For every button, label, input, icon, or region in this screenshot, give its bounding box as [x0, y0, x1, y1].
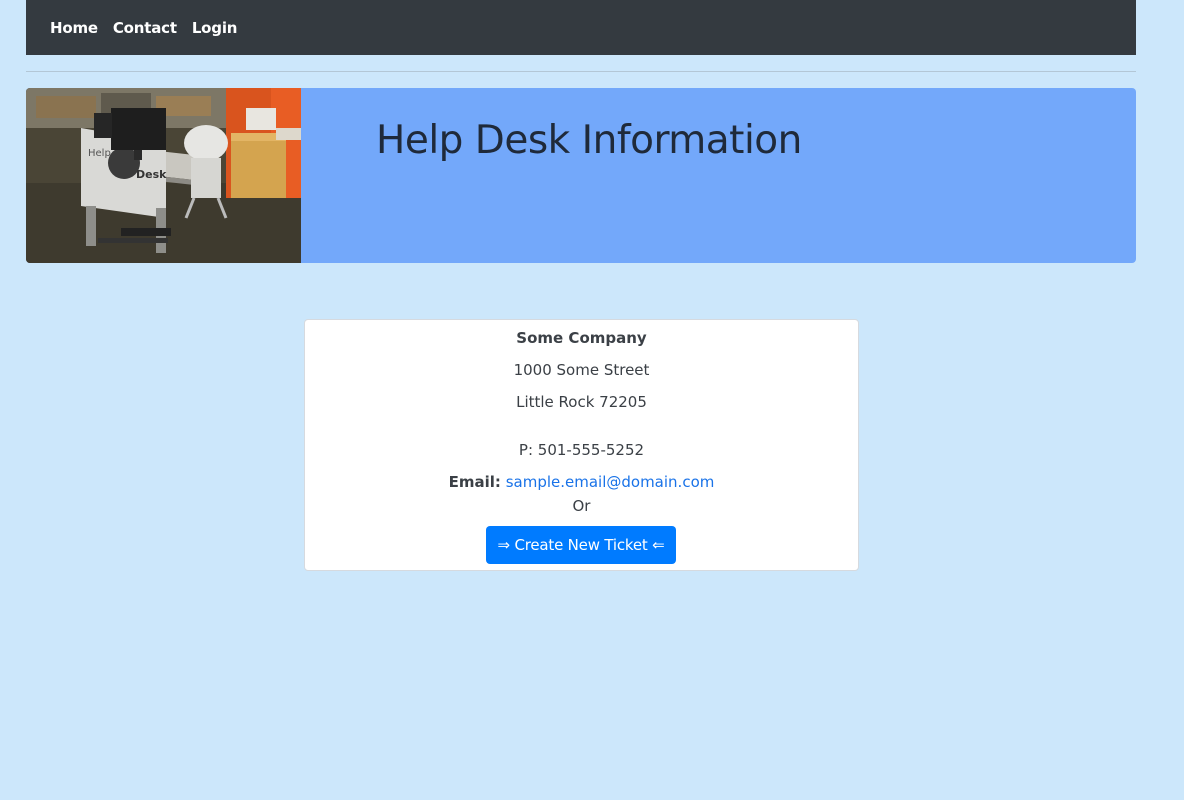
create-ticket-button[interactable]: ⇒ Create New Ticket ⇐ [486, 526, 676, 564]
nav-home-link[interactable]: Home [50, 19, 98, 37]
email-label: Email: [448, 473, 501, 491]
nav-contact-link[interactable]: Contact [113, 19, 177, 37]
nav-login-link[interactable]: Login [192, 19, 238, 37]
divider [26, 71, 1136, 72]
svg-text:Help: Help [88, 148, 111, 159]
email-row: Email: sample.email@domain.com [305, 473, 858, 491]
page-title: Help Desk Information [376, 118, 802, 163]
phone-number: P: 501-555-5252 [518, 441, 645, 459]
help-desk-photo: Help Desk [26, 88, 301, 263]
contact-card: Some Company 1000 Some Street Little Roc… [304, 319, 859, 571]
svg-text:Desk: Desk [136, 168, 167, 181]
header-banner: Help Desk Help Desk Information [26, 88, 1136, 263]
street-address: 1000 Some Street [513, 361, 650, 379]
top-navbar: Home Contact Login [26, 0, 1136, 55]
city-zip: Little Rock 72205 [516, 393, 647, 411]
email-link[interactable]: sample.email@domain.com [506, 473, 715, 491]
company-name: Some Company [516, 329, 647, 347]
or-text: Or [572, 497, 591, 515]
